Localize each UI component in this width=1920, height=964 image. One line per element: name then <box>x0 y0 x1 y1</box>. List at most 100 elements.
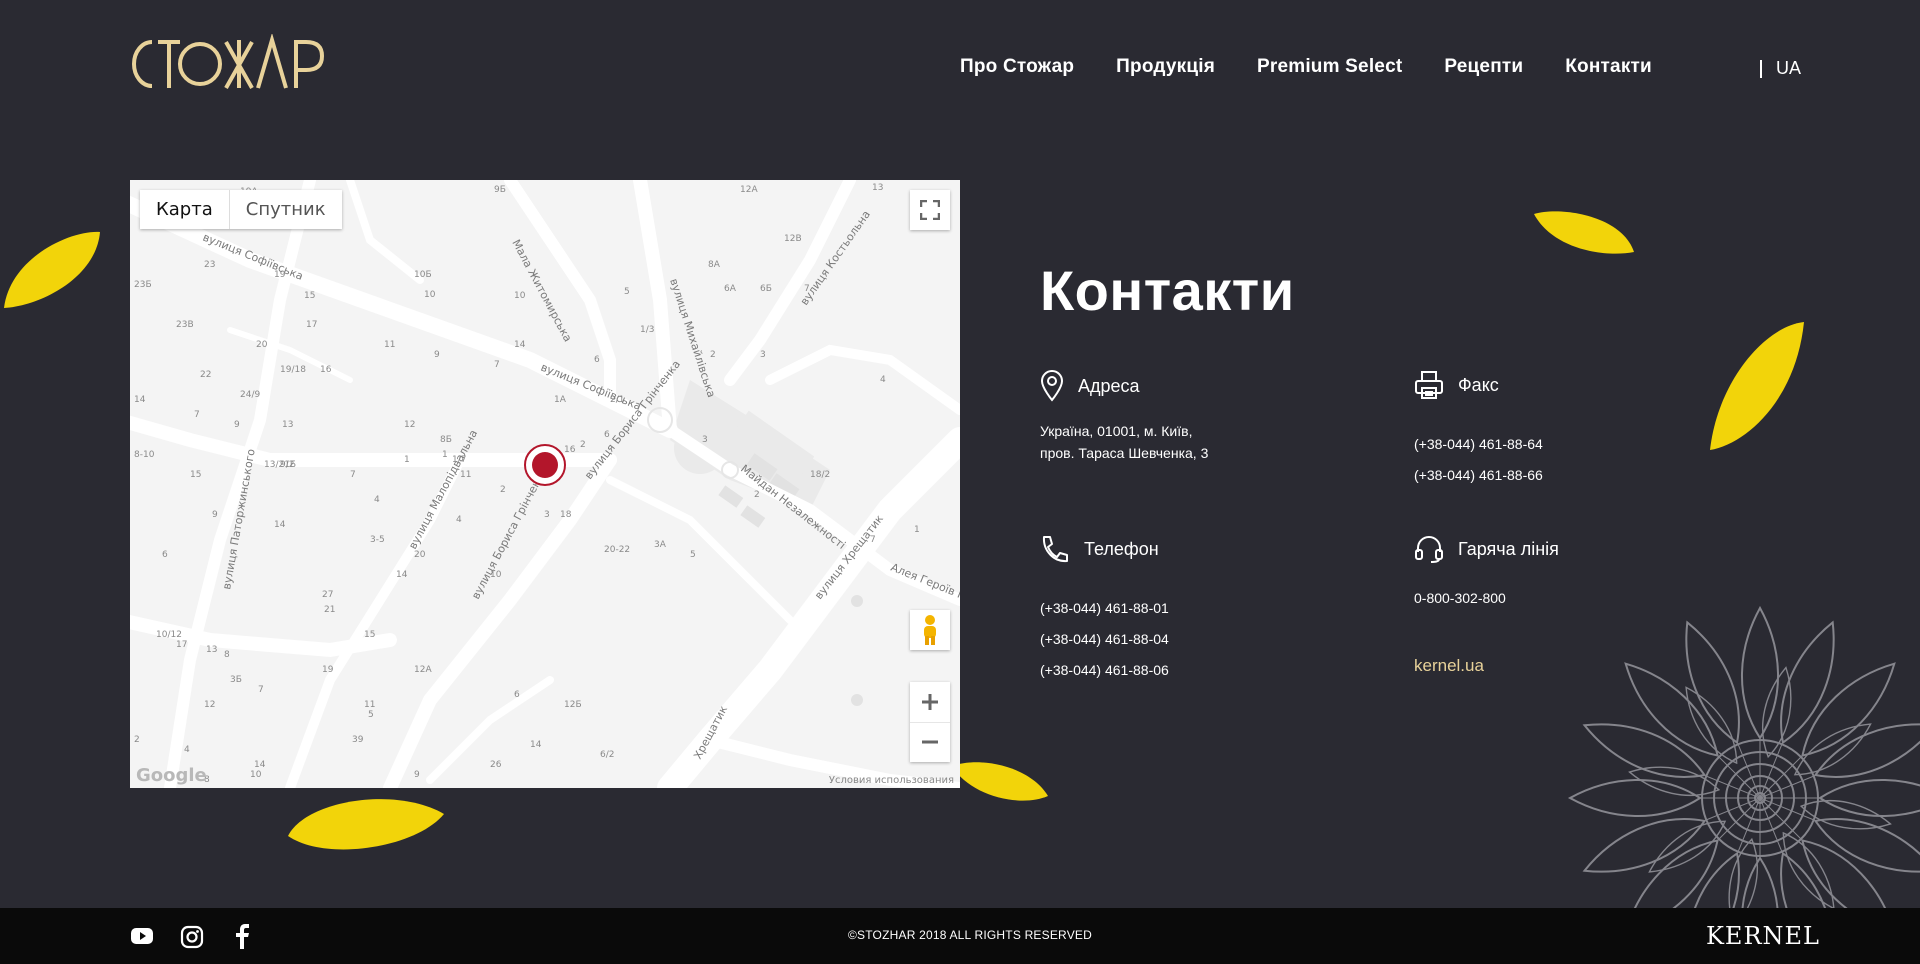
sunflower-decoration <box>1567 605 1920 908</box>
facebook-icon <box>236 924 249 949</box>
building-number: 14 <box>396 570 408 580</box>
nav-contacts[interactable]: Контакти <box>1565 56 1652 78</box>
building-number: 13 <box>872 183 883 193</box>
building-number: 14 <box>254 760 266 770</box>
building-number: 16 <box>320 365 332 375</box>
address-line: Україна, 01001, м. Київ, <box>1040 423 1193 439</box>
main-nav: Про Стожар Продукція Premium Select Реце… <box>960 56 1652 78</box>
building-number: 11 <box>364 700 375 710</box>
building-number: 3-5 <box>370 535 385 545</box>
printer-icon <box>1415 371 1443 399</box>
youtube-link[interactable] <box>130 926 154 951</box>
building-number: 9 <box>434 350 440 360</box>
building-number: 3 <box>702 435 708 445</box>
fax-number: (+38-044) 461-88-66 <box>1414 467 1543 483</box>
petal-decoration <box>288 799 444 850</box>
zoom-out-button[interactable] <box>910 723 950 763</box>
building-number: 15 <box>190 470 201 480</box>
website-link[interactable]: kernel.ua <box>1414 656 1484 676</box>
building-number: 14 <box>514 340 526 350</box>
map-terms-link[interactable]: Условия использования <box>829 775 954 786</box>
building-number: 3Б <box>230 675 242 685</box>
google-logo: Google <box>136 765 207 786</box>
building-number: 4 <box>880 375 886 385</box>
map-marker[interactable] <box>524 444 566 486</box>
fax-label: Факс <box>1458 374 1499 395</box>
building-number: 39 <box>352 735 364 745</box>
building-number: 13 <box>206 645 217 655</box>
petal-decoration <box>1710 322 1804 450</box>
street-view-pegman[interactable] <box>910 610 950 650</box>
phone-icon <box>1042 536 1068 563</box>
address-label: Адреса <box>1078 375 1140 396</box>
youtube-icon <box>131 928 153 944</box>
building-number: 12 <box>204 700 215 710</box>
nav-premium-select[interactable]: Premium Select <box>1257 56 1402 78</box>
nav-about[interactable]: Про Стожар <box>960 56 1074 78</box>
logo[interactable] <box>130 32 330 94</box>
hotline-number[interactable]: 0-800-302-800 <box>1414 583 1506 614</box>
building-number: 8Б <box>440 435 452 445</box>
pegman-icon <box>924 615 936 645</box>
kernel-logo[interactable]: KERNEL <box>1706 922 1820 950</box>
address-line: пров. Тараса Шевченка, 3 <box>1040 445 1209 461</box>
headset-icon <box>1415 536 1443 563</box>
building-number: 2 <box>500 485 506 495</box>
tab-satellite[interactable]: Спутник <box>228 190 342 229</box>
building-number: 14 <box>530 740 542 750</box>
building-number: 8 <box>224 650 230 660</box>
building-number: 4 <box>184 745 190 755</box>
building-number: 6А <box>724 284 737 294</box>
building-number: 12В <box>784 234 802 244</box>
building-number: 9/2 <box>280 460 294 470</box>
building-number: 7 <box>870 535 876 545</box>
building-number: 1 <box>914 525 920 535</box>
building-number: 1/3 <box>640 325 654 335</box>
building-number: 6/2 <box>600 750 614 760</box>
building-number: 6 <box>604 430 610 440</box>
building-number: 20-22 <box>604 545 630 555</box>
instagram-icon <box>180 925 204 949</box>
building-number: 6 <box>162 550 168 560</box>
building-number: 8-10 <box>134 450 155 460</box>
google-map[interactable]: вулиця Софіївська вулиця Софіївська вулиця… <box>130 180 960 788</box>
building-number: 15 <box>304 291 315 301</box>
building-number: 19 <box>274 270 286 280</box>
language-switcher[interactable]: UA <box>1760 58 1801 79</box>
address-heading: Адреса <box>1040 370 1140 402</box>
building-number: 27 <box>322 590 333 600</box>
building-number: 10 <box>250 770 262 780</box>
nav-products[interactable]: Продукція <box>1116 56 1215 78</box>
building-number: 1 <box>442 450 448 460</box>
building-number: 4 <box>456 515 462 525</box>
building-number: 18 <box>560 510 572 520</box>
map-canvas[interactable]: вулиця Софіївськавулиця Софіївська вулиця… <box>130 180 960 788</box>
building-number: 5 <box>624 287 630 297</box>
building-number: 4 <box>374 495 380 505</box>
building-number: 1 <box>404 455 410 465</box>
facebook-link[interactable] <box>234 923 250 954</box>
fullscreen-icon <box>920 200 940 220</box>
building-number: 10Б <box>414 270 432 280</box>
building-number: 5 <box>690 550 696 560</box>
nav-recipes[interactable]: Рецепти <box>1444 56 1523 78</box>
building-number: 5 <box>368 710 374 720</box>
tab-map[interactable]: Карта <box>140 190 229 229</box>
zoom-in-button[interactable] <box>910 682 950 723</box>
hotline-label: Гаряча лінія <box>1458 538 1559 559</box>
building-number: 18/2 <box>810 470 830 480</box>
phone-number[interactable]: (+38-044) 461-88-04 <box>1040 624 1169 655</box>
building-number: 26 <box>490 760 502 770</box>
building-number: 19/18 <box>280 365 306 375</box>
building-number: 21 <box>324 605 335 615</box>
building-number: 7 <box>494 360 500 370</box>
logo-mark <box>132 32 325 89</box>
petal-decoration <box>1534 211 1634 254</box>
phone-number[interactable]: (+38-044) 461-88-01 <box>1040 593 1169 624</box>
fullscreen-button[interactable] <box>910 190 950 230</box>
instagram-link[interactable] <box>180 925 204 954</box>
map-type-toggle: Карта Спутник <box>140 190 342 229</box>
phone-number[interactable]: (+38-044) 461-88-06 <box>1040 655 1169 686</box>
hotline-heading: Гаряча лінія <box>1414 534 1559 564</box>
building-number: 20 <box>414 550 426 560</box>
